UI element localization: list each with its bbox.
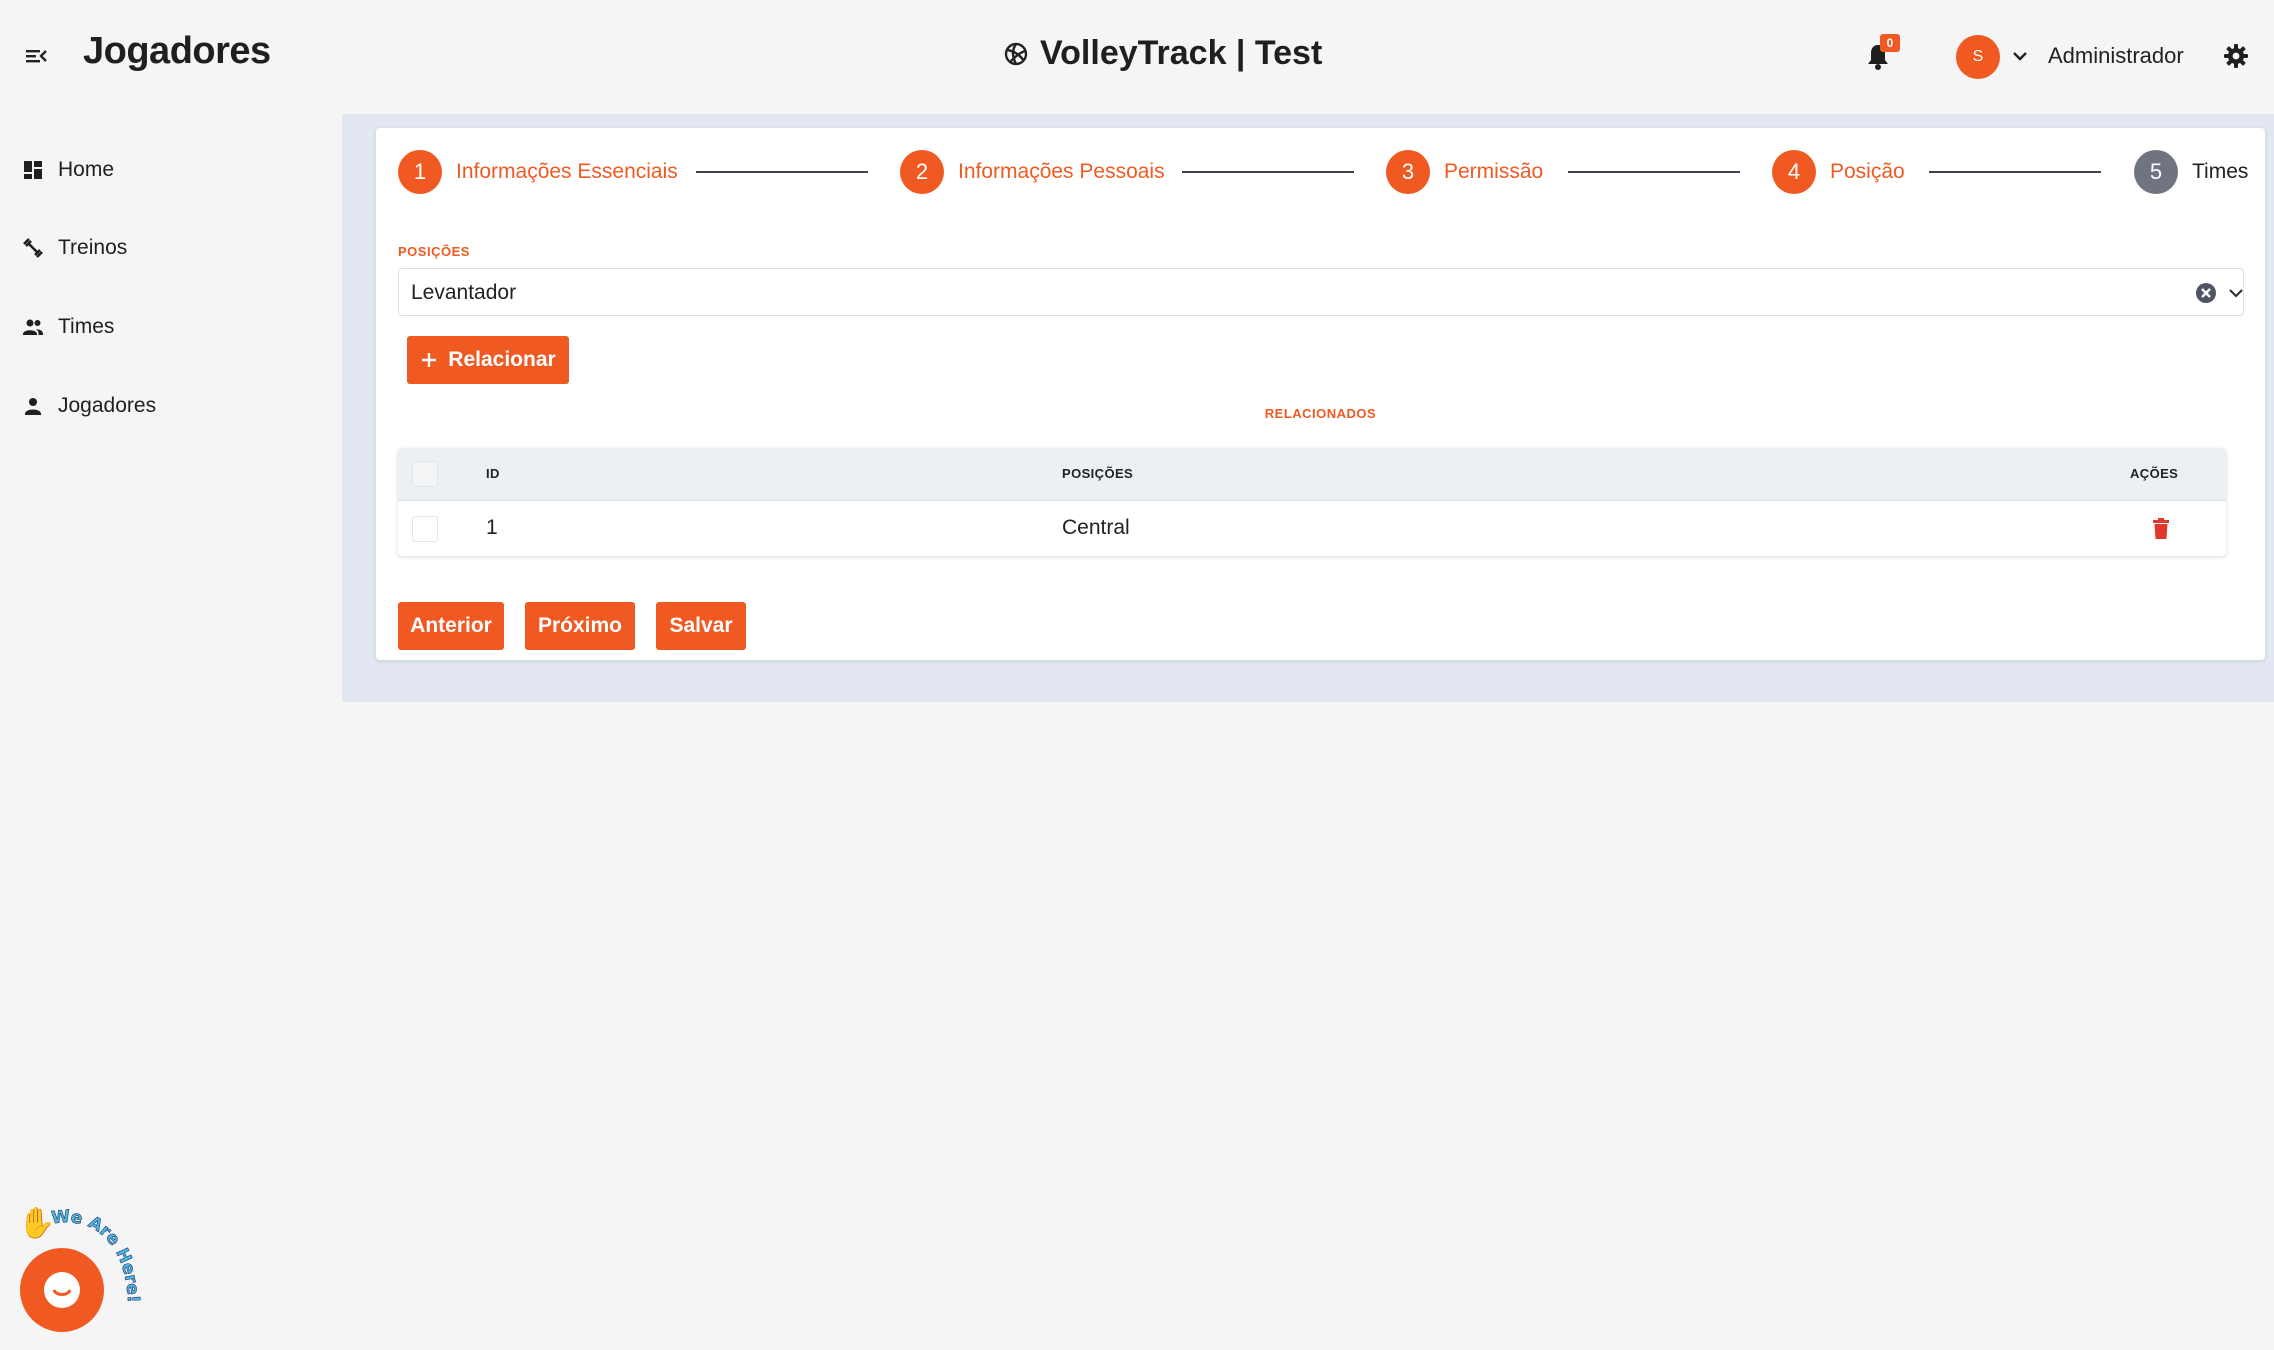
avatar[interactable]: S [1956, 35, 2000, 79]
step-connector [1568, 171, 1740, 173]
step-number: 5 [2134, 150, 2178, 194]
positions-select[interactable]: Levantador [398, 268, 2244, 316]
step-number: 2 [900, 150, 944, 194]
sidebar-item-treinos[interactable]: Treinos [22, 228, 127, 268]
step-connector [1182, 171, 1354, 173]
gear-icon[interactable] [2222, 42, 2250, 70]
step-number: 4 [1772, 150, 1816, 194]
select-all-checkbox[interactable] [412, 461, 438, 487]
step-times[interactable]: 5 Times [2134, 150, 2248, 194]
chevron-down-icon[interactable] [2226, 283, 2246, 303]
step-label: Permissão [1444, 160, 1544, 183]
trash-icon[interactable] [2150, 517, 2172, 541]
dashboard-icon [24, 161, 42, 179]
volleyball-icon [1004, 42, 1028, 65]
clear-icon[interactable] [2194, 281, 2218, 305]
step-label: Posição [1830, 160, 1905, 183]
step-connector [696, 171, 868, 173]
row-id: 1 [486, 516, 498, 539]
step-informacoes-essenciais[interactable]: 1 Informações Essenciais [398, 150, 678, 194]
sidebar-item-jogadores[interactable]: Jogadores [22, 386, 156, 426]
step-connector [1929, 171, 2101, 173]
row-checkbox[interactable] [412, 516, 438, 542]
plus-icon [422, 353, 437, 367]
menu-collapse-icon[interactable] [24, 42, 50, 70]
table-header: ID POSIÇÕES AÇÕES [398, 448, 2226, 501]
relate-button-label: Relacionar [448, 348, 556, 371]
sidebar-item-times[interactable]: Times [22, 307, 114, 347]
save-button[interactable]: Salvar [656, 602, 746, 650]
sidebar-item-home[interactable]: Home [22, 150, 114, 190]
previous-button[interactable]: Anterior [398, 602, 504, 650]
chat-bubble-icon [44, 1272, 80, 1308]
step-label: Informações Essenciais [456, 160, 678, 183]
brand: VolleyTrack | Test [1004, 34, 1322, 73]
step-label: Times [2192, 160, 2249, 183]
column-header-id: ID [486, 466, 500, 481]
step-permissao[interactable]: 3 Permissão [1386, 150, 1543, 194]
step-posicao[interactable]: 4 Posição [1772, 150, 1905, 194]
sidebar-item-label: Home [58, 158, 115, 181]
person-icon [25, 398, 41, 415]
related-positions-table: ID POSIÇÕES AÇÕES 1 Central [398, 448, 2226, 556]
notification-badge: 0 [1880, 34, 1900, 52]
top-bar: Jogadores VolleyTrack | Test 0 S Adminis… [0, 0, 2274, 114]
dumbbell-icon [23, 238, 43, 258]
step-number: 3 [1386, 150, 1430, 194]
step-label: Informações Pessoais [958, 160, 1165, 183]
user-name[interactable]: Administrador [2048, 43, 2184, 69]
sidebar-item-label: Times [58, 315, 115, 338]
next-button[interactable]: Próximo [525, 602, 635, 650]
table-row: 1 Central [398, 502, 2226, 556]
brand-name: VolleyTrack | Test [1040, 34, 1323, 72]
relate-button[interactable]: Relacionar [407, 336, 569, 384]
player-form-card: 1 Informações Essenciais 2 Informações P… [376, 128, 2265, 660]
column-header-positions: POSIÇÕES [1062, 466, 1134, 481]
chat-widget-button[interactable] [20, 1248, 104, 1332]
chevron-down-icon[interactable] [2010, 46, 2030, 66]
step-informacoes-pessoais[interactable]: 2 Informações Pessoais [900, 150, 1165, 194]
step-number: 1 [398, 150, 442, 194]
sidebar-item-label: Treinos [58, 236, 128, 259]
positions-select-value: Levantador [411, 281, 517, 304]
sidebar: Home Treinos Times Jogadores [0, 114, 342, 1350]
column-header-actions: AÇÕES [2130, 466, 2179, 481]
related-section-label: RELACIONADOS [1264, 406, 1377, 421]
group-icon [23, 319, 43, 335]
row-position: Central [1062, 516, 1130, 539]
page-title: Jogadores [83, 30, 271, 72]
positions-field-label: POSIÇÕES [398, 244, 470, 259]
sidebar-item-label: Jogadores [58, 394, 157, 417]
